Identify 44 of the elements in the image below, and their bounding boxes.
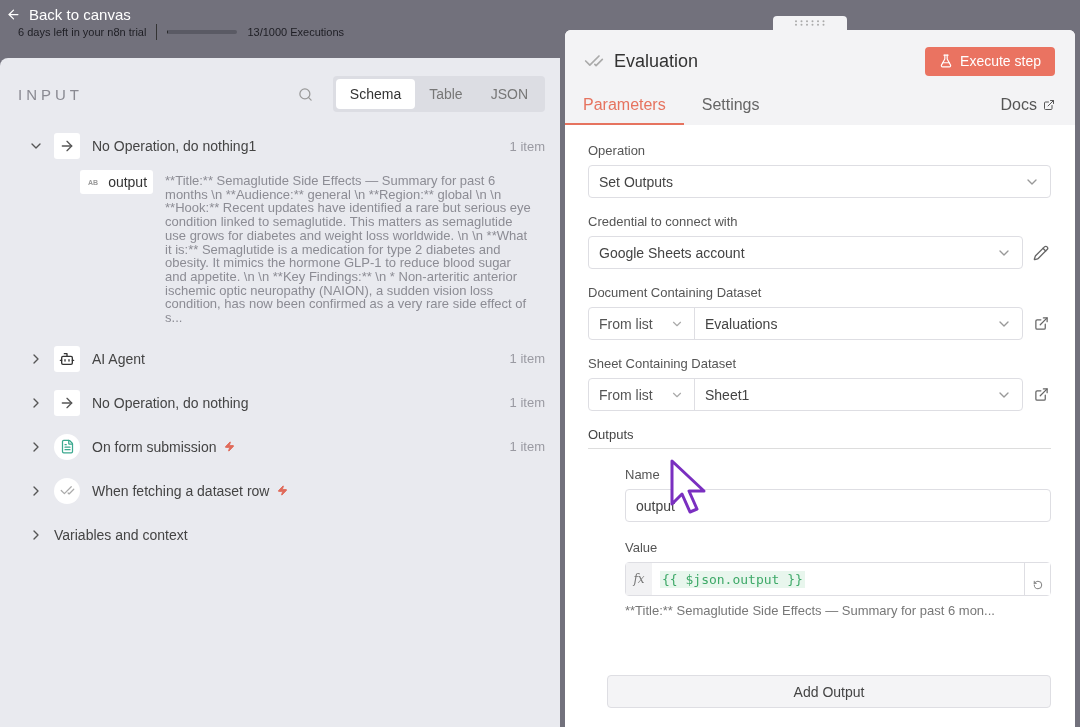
panel-tab[interactable]: Settings [683, 92, 778, 125]
pencil-icon[interactable] [1031, 244, 1051, 261]
item-count: 1 item [509, 395, 545, 411]
item-count: 1 item [509, 351, 545, 367]
back-link[interactable]: Back to canvas [6, 6, 131, 23]
docs-link[interactable]: Docs [1000, 92, 1055, 125]
node-name: AI Agent [92, 350, 145, 367]
drag-handle[interactable] [773, 16, 847, 30]
search-icon[interactable] [297, 86, 313, 102]
grip-icon [794, 20, 826, 26]
credential-select[interactable]: Google Sheets account [588, 236, 1023, 269]
field-name: output [108, 174, 148, 190]
section-name: Variables and context [54, 526, 188, 543]
fx-label: fx [626, 563, 652, 595]
form-icon [54, 433, 80, 460]
field-label: Name [625, 467, 661, 482]
node-title: Evaluation [614, 50, 700, 72]
node-name: No Operation, do nothing [92, 394, 249, 411]
add-output-button[interactable]: Add Output [607, 675, 1051, 708]
field-label: Credential to connect with [588, 214, 739, 229]
expression-preview: **Title:** Semaglutide Side Effects — Summary for past 6 mon... [625, 603, 996, 618]
field-value: **Title:** Semaglutide Side Effects — Summary for past 6 months \n **Audience:** general \n **Region:** global \n \n **Hook:** Recent updates have identified a rare but serious eye condition linked to semaglutide. This matters as semaglutide use grows for diabetes and weight loss worldwide. \n \n **What it is:** Semaglutide is a medication for type 2 diabetes and obesity. It mimics the hormone GLP-1 to reduce blood sugar and appetite. \n \n **Key Findings:** \n * Non-arteritic anterior ischemic optic neuropathy (NAION), a sudden vision loss condition, has now been confirmed as a very rare side effect of s... [165, 174, 532, 325]
field-label: Sheet Containing Dataset [588, 356, 738, 371]
field-label: Document Containing Dataset [588, 285, 763, 300]
expression-field[interactable]: fx {{ $json.output }} [625, 562, 1051, 596]
view-tab[interactable]: Schema [335, 79, 416, 109]
external-link-icon [1043, 98, 1055, 111]
robot-icon [54, 345, 80, 372]
field-label: Operation [588, 143, 647, 158]
field-label: Value [625, 540, 659, 555]
node-name: When fetching a dataset row [92, 482, 270, 499]
node-name: On form submission [92, 438, 217, 455]
operation-select[interactable]: Set Outputs [588, 165, 1051, 198]
item-count: 1 item [509, 138, 545, 154]
node-name: No Operation, do nothing1 [92, 138, 257, 154]
executions-count: 13/1000 Executions [247, 26, 345, 38]
reset-icon[interactable] [1024, 563, 1050, 595]
trial-notice: 6 days left in your n8n trial [18, 26, 147, 38]
flask-icon [939, 54, 954, 68]
section-title: Outputs [588, 427, 1051, 449]
double-check-icon [54, 477, 80, 504]
panel-title: INPUT [18, 85, 84, 103]
name-field[interactable]: output [625, 489, 1051, 522]
item-count: 1 item [509, 439, 545, 455]
